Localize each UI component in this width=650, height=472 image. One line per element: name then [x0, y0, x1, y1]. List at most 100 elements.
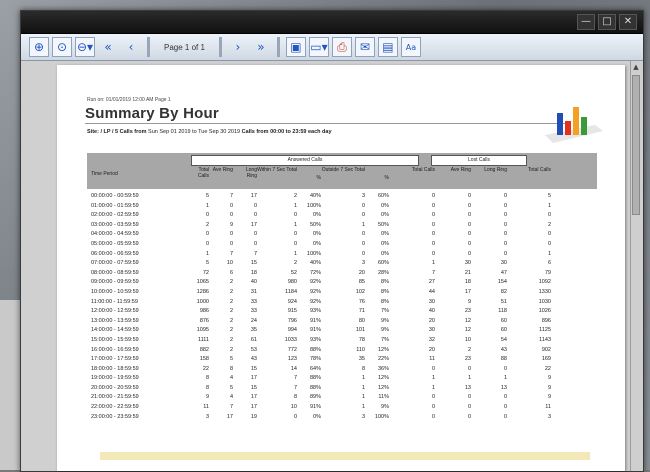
next-page-icon[interactable]: ›	[228, 37, 248, 57]
document-viewer[interactable]: Run on: 01/01/2019 12:00 AM Page 1 Summa…	[21, 61, 643, 471]
first-page-icon[interactable]: «	[98, 37, 118, 57]
value-cell: 0	[467, 221, 471, 228]
minimize-button[interactable]: —	[577, 14, 595, 30]
value-cell: 7%	[381, 336, 389, 343]
value-cell: 0	[431, 250, 435, 257]
value-cell: 24	[250, 317, 257, 324]
time-period-cell: 16:00:00 - 16:59:59	[91, 346, 139, 353]
toolbar: ⊕ ⊙ ⊖▾ « ‹ Page 1 of 1 › » ▣ ▭▾ ⎙ ✉ ▤ Aa	[21, 34, 643, 61]
value-cell: 5	[547, 193, 551, 199]
value-cell: 12	[464, 327, 471, 334]
value-cell: 92%	[309, 279, 321, 286]
value-cell: 9	[547, 384, 551, 391]
value-cell: 43	[250, 356, 257, 363]
settings-icon[interactable]: ▤	[377, 37, 398, 57]
value-cell: 0	[361, 202, 365, 209]
value-cell: 7	[293, 384, 297, 391]
col-lost-ave-ring: Ave Ring	[450, 167, 471, 173]
value-cell: 91%	[309, 317, 321, 324]
value-cell: 3	[361, 413, 365, 420]
value-cell: 0%	[381, 212, 389, 219]
time-period-cell: 17:00:00 - 17:59:59	[91, 356, 139, 363]
value-cell: 1143	[539, 336, 551, 343]
zoom-in-icon[interactable]: ⊕	[29, 37, 49, 57]
scroll-thumb[interactable]	[632, 75, 640, 215]
value-cell: 0	[503, 193, 507, 199]
value-cell: 52	[290, 269, 297, 276]
chart-logo-icon	[545, 107, 603, 143]
maximize-button[interactable]: □	[598, 14, 616, 30]
scroll-up-icon[interactable]: ▲	[632, 63, 640, 73]
report-page: Run on: 01/01/2019 12:00 AM Page 1 Summa…	[57, 65, 625, 471]
value-cell: 15	[250, 365, 257, 372]
email-icon[interactable]: ✉	[354, 37, 375, 57]
value-cell: 0%	[381, 231, 389, 238]
value-cell: 8	[205, 375, 209, 382]
zoom-out-icon[interactable]: ⊖▾	[75, 37, 95, 57]
value-cell: 53	[250, 346, 257, 353]
value-cell: 1092	[538, 279, 551, 286]
value-cell: 1026	[538, 308, 551, 315]
print-icon[interactable]: ⎙	[331, 37, 352, 57]
table-row: 16:00:00 - 16:59:59 882 2 53 772 88% 110 12% 20 2…	[87, 347, 597, 357]
value-cell: 30	[428, 298, 435, 305]
value-cell: 40%	[309, 193, 321, 199]
close-button[interactable]: ✕	[619, 14, 637, 30]
value-cell: 8	[229, 365, 233, 372]
value-cell: 60%	[377, 260, 389, 267]
col-lost-long-ring: Long Ring	[484, 167, 507, 173]
value-cell: 80	[358, 317, 365, 324]
title-bar[interactable]: — □ ✕	[21, 11, 643, 34]
vertical-scrollbar[interactable]: ▲	[630, 61, 641, 471]
value-cell: 93%	[309, 308, 321, 315]
value-cell: 2	[293, 193, 297, 199]
value-cell: 33	[250, 298, 257, 305]
filter-date-range: Sun Sep 01 2019 to Tue Sep 30 2019	[148, 129, 241, 135]
value-cell: 71	[358, 308, 365, 315]
value-cell: 0%	[313, 413, 321, 420]
page-setup-icon[interactable]: ▭▾	[308, 37, 329, 57]
value-cell: 101	[355, 327, 365, 334]
answered-calls-group: Answered Calls	[191, 155, 419, 166]
zoom-fit-icon[interactable]: ⊙	[52, 37, 72, 57]
last-page-icon[interactable]: »	[251, 37, 271, 57]
value-cell: 51	[500, 298, 507, 305]
value-cell: 91%	[309, 404, 321, 411]
table-row: 01:00:00 - 01:59:59 1 0 0 1 100% 0 0% 0 0 0 1	[87, 203, 597, 213]
value-cell: 1	[431, 384, 435, 391]
value-cell: 0	[467, 212, 471, 219]
value-cell: 994	[287, 327, 297, 334]
value-cell: 17	[250, 404, 257, 411]
value-cell: 1184	[285, 288, 297, 295]
value-cell: 1033	[284, 336, 297, 343]
value-cell: 11	[545, 404, 551, 411]
value-cell: 2	[229, 288, 233, 295]
toolbar-separator	[147, 37, 150, 57]
report-title: Summary By Hour	[85, 105, 219, 122]
col-within-pct: %	[316, 175, 321, 181]
time-period-cell: 21:00:00 - 21:59:59	[91, 394, 139, 401]
value-cell: 11	[429, 356, 435, 363]
report-filter: Site: / LP / 5 Calls from Sun Sep 01 201…	[87, 129, 332, 135]
time-period-cell: 22:00:00 - 22:59:59	[91, 404, 139, 411]
value-cell: 0%	[381, 250, 389, 257]
value-cell: 0	[503, 231, 507, 238]
value-cell: 0	[293, 240, 297, 247]
toolbar-separator	[218, 37, 222, 57]
time-period-cell: 09:00:00 - 09:59:59	[91, 279, 139, 286]
col-outside-pct: %	[384, 175, 389, 181]
time-period-cell: 19:00:00 - 19:59:59	[91, 375, 139, 382]
value-cell: 76	[358, 298, 365, 305]
time-period-cell: 14:00:00 - 14:59:59	[91, 327, 139, 334]
export-icon[interactable]: ▣	[285, 37, 306, 57]
value-cell: 0	[467, 404, 471, 411]
value-cell: 8	[361, 365, 365, 372]
text-icon[interactable]: Aa	[400, 37, 421, 57]
value-cell: 1	[361, 375, 365, 382]
value-cell: 0	[467, 202, 471, 209]
time-period-cell: 01:00:00 - 01:59:59	[91, 202, 139, 209]
prev-page-icon[interactable]: ‹	[121, 37, 141, 57]
value-cell: 17	[226, 413, 233, 420]
value-cell: 1	[361, 394, 365, 401]
time-period-cell: 23:00:00 - 23:59:59	[91, 413, 139, 420]
